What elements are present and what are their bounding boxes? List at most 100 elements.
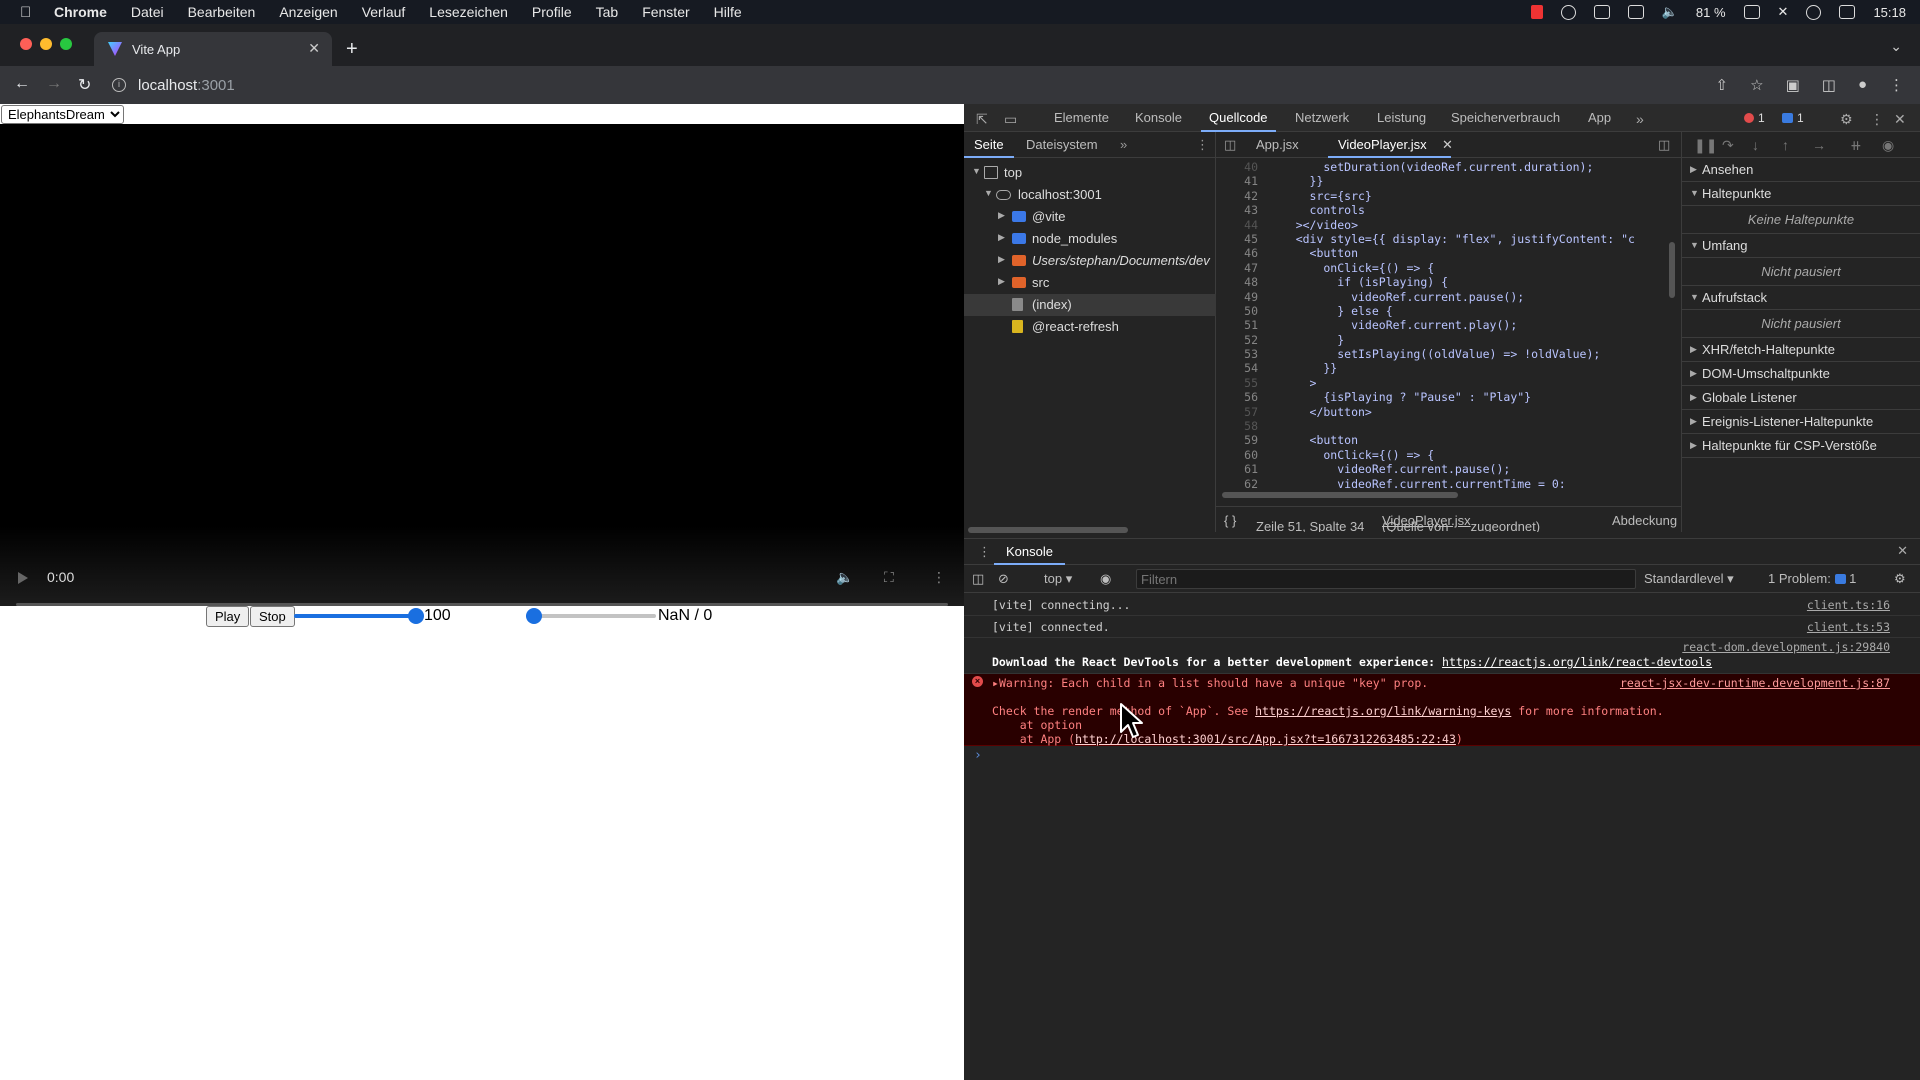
tree-item[interactable]: @react-refresh bbox=[964, 316, 1216, 338]
line-number[interactable]: 57 bbox=[1216, 405, 1258, 419]
problems-button[interactable]: 1 Problem: 1 bbox=[1768, 571, 1856, 586]
share-icon[interactable]: ⇧ bbox=[1716, 76, 1729, 94]
code-line[interactable]: 62 videoRef.current.currentTime = 0; bbox=[1216, 477, 1682, 488]
code-line[interactable]: 44 ></video> bbox=[1216, 218, 1682, 232]
pane-haltepunkte[interactable]: ▼ Haltepunkte bbox=[1682, 182, 1920, 206]
line-number[interactable]: 40 bbox=[1216, 160, 1258, 174]
control-center-icon[interactable] bbox=[1839, 5, 1856, 19]
menu-bearbeiten[interactable]: Bearbeiten bbox=[188, 4, 256, 20]
clear-console-icon[interactable]: ⊘ bbox=[998, 571, 1009, 587]
back-arrow-icon[interactable]: ← bbox=[14, 75, 30, 93]
minimize-window-button[interactable] bbox=[40, 38, 52, 50]
device-toolbar-icon[interactable]: ▭ bbox=[1004, 111, 1017, 128]
tree-item[interactable]: ▶ src bbox=[964, 272, 1216, 294]
tab-speicherverbrauch[interactable]: Speicherverbrauch bbox=[1451, 110, 1560, 125]
code-line[interactable]: 43 controls bbox=[1216, 203, 1682, 217]
inspect-element-icon[interactable]: ⇱ bbox=[976, 111, 988, 128]
video-volume-icon[interactable]: 🔈 bbox=[836, 569, 853, 586]
video-play-icon[interactable] bbox=[18, 572, 28, 584]
line-number[interactable]: 62 bbox=[1216, 477, 1258, 488]
line-number[interactable]: 54 bbox=[1216, 361, 1258, 375]
console-source-link[interactable]: react-jsx-dev-runtime.development.js:87 bbox=[1620, 676, 1890, 690]
log-level-select[interactable]: Standardlevel ▾ bbox=[1644, 571, 1734, 587]
app-status-icon[interactable] bbox=[1560, 4, 1576, 20]
deactivate-breakpoints-icon[interactable]: ⧺ bbox=[1850, 137, 1862, 154]
tab-elemente[interactable]: Elemente bbox=[1054, 110, 1109, 125]
chrome-menu-icon[interactable]: ⋮ bbox=[1889, 76, 1904, 94]
console-source-link[interactable]: react-dom.development.js:29840 bbox=[1682, 640, 1890, 654]
tree-item[interactable]: ▼ top bbox=[964, 162, 1216, 184]
code-line[interactable]: 52 } bbox=[1216, 333, 1682, 347]
warning-keys-link[interactable]: https://reactjs.org/link/warning-keys bbox=[1255, 704, 1511, 718]
code-line[interactable]: 55 > bbox=[1216, 376, 1682, 390]
line-number[interactable]: 60 bbox=[1216, 448, 1258, 462]
pause-on-exceptions-icon[interactable]: ◉ bbox=[1882, 137, 1894, 154]
subtab-seite[interactable]: Seite bbox=[964, 137, 1014, 158]
step-over-icon[interactable]: ↷ bbox=[1722, 137, 1734, 154]
pane-xhr-breakpoints[interactable]: ▶ XHR/fetch-Haltepunkte bbox=[1682, 338, 1920, 362]
line-number[interactable]: 49 bbox=[1216, 290, 1258, 304]
volume-slider-thumb[interactable] bbox=[408, 608, 424, 624]
line-number[interactable]: 46 bbox=[1216, 246, 1258, 260]
line-number[interactable]: 42 bbox=[1216, 189, 1258, 203]
volume-icon[interactable]: 🔈 bbox=[1662, 4, 1678, 20]
line-number[interactable]: 44 bbox=[1216, 218, 1258, 232]
tab-search-chevron-icon[interactable]: ⌄ bbox=[1890, 38, 1902, 55]
line-number[interactable]: 58 bbox=[1216, 419, 1258, 433]
console-settings-gear-icon[interactable]: ⚙ bbox=[1894, 571, 1906, 587]
console-source-link[interactable]: client.ts:53 bbox=[1807, 620, 1890, 634]
step-icon[interactable]: → bbox=[1812, 137, 1826, 153]
pane-csp-breakpoints[interactable]: ▶ Haltepunkte für CSP-Verstöße bbox=[1682, 434, 1920, 458]
close-editor-tab-icon[interactable]: ✕ bbox=[1442, 137, 1453, 153]
code-line[interactable]: 41 }} bbox=[1216, 174, 1682, 188]
menu-chrome[interactable]: Chrome bbox=[54, 4, 107, 20]
video-timeline[interactable] bbox=[16, 603, 948, 606]
extensions-puzzle-icon[interactable]: ▣ bbox=[1786, 76, 1800, 94]
editor-tab-app-jsx[interactable]: App.jsx bbox=[1256, 137, 1299, 152]
collapse-arrow-icon[interactable]: ▶ bbox=[998, 210, 1005, 221]
code-line[interactable]: 51 videoRef.current.play(); bbox=[1216, 318, 1682, 332]
editor-tab-videoplayer-jsx[interactable]: VideoPlayer.jsx bbox=[1328, 137, 1451, 158]
line-number[interactable]: 45 bbox=[1216, 232, 1258, 246]
pane-dom-breakpoints[interactable]: ▶ DOM-Umschaltpunkte bbox=[1682, 362, 1920, 386]
code-line[interactable]: 60 onClick={() => { bbox=[1216, 448, 1682, 462]
pane-global-listeners[interactable]: ▶ Globale Listener bbox=[1682, 386, 1920, 410]
collapse-arrow-icon[interactable]: ▶ bbox=[998, 254, 1005, 265]
collapse-arrow-icon[interactable]: ▶ bbox=[998, 232, 1005, 243]
menu-anzeigen[interactable]: Anzeigen bbox=[279, 4, 337, 20]
tab-leistung[interactable]: Leistung bbox=[1377, 110, 1426, 125]
live-expression-eye-icon[interactable]: ◉ bbox=[1100, 571, 1111, 587]
expand-arrow-icon[interactable]: ▼ bbox=[984, 188, 993, 198]
tree-item[interactable]: ▶ @vite bbox=[964, 206, 1216, 228]
code-lines[interactable]: 40 setDuration(videoRef.current.duration… bbox=[1216, 160, 1682, 488]
issue-count-badge[interactable]: 1 bbox=[1782, 111, 1804, 125]
line-number[interactable]: 55 bbox=[1216, 376, 1258, 390]
browser-tab[interactable]: Vite App ✕ bbox=[94, 32, 332, 66]
subtab-dateisystem[interactable]: Dateisystem bbox=[1026, 137, 1098, 152]
console-prompt[interactable]: › bbox=[964, 746, 1920, 768]
menu-verlauf[interactable]: Verlauf bbox=[362, 4, 406, 20]
pretty-print-icon[interactable]: { } bbox=[1224, 513, 1236, 528]
line-number[interactable]: 51 bbox=[1216, 318, 1258, 332]
error-count-badge[interactable]: 1 bbox=[1744, 111, 1765, 125]
video-fullscreen-icon[interactable]: ⛶ bbox=[884, 569, 894, 586]
pause-icon[interactable]: ❚❚ bbox=[1694, 137, 1717, 154]
menu-lesezeichen[interactable]: Lesezeichen bbox=[429, 4, 508, 20]
warning-message[interactable]: ▸Warning: Each child in a list should ha… bbox=[992, 676, 1428, 690]
more-tabs-chevron-icon[interactable]: » bbox=[1636, 111, 1644, 127]
line-number[interactable]: 61 bbox=[1216, 462, 1258, 476]
line-number[interactable]: 56 bbox=[1216, 390, 1258, 404]
menu-hilfe[interactable]: Hilfe bbox=[714, 4, 742, 20]
volume-slider[interactable] bbox=[294, 608, 424, 624]
close-devtools-icon[interactable]: ✕ bbox=[1894, 111, 1906, 128]
video-more-icon[interactable]: ⋮ bbox=[932, 569, 946, 586]
drawer-menu-icon[interactable]: ⋮ bbox=[978, 544, 991, 560]
code-line[interactable]: 48 if (isPlaying) { bbox=[1216, 275, 1682, 289]
line-number[interactable]: 43 bbox=[1216, 203, 1258, 217]
more-subtabs-icon[interactable]: » bbox=[1120, 137, 1127, 152]
tab-konsole[interactable]: Konsole bbox=[1135, 110, 1182, 125]
play-button[interactable]: Play bbox=[206, 606, 250, 627]
editor-horizontal-scrollbar[interactable] bbox=[1222, 492, 1458, 498]
line-number[interactable]: 53 bbox=[1216, 347, 1258, 361]
menu-tab[interactable]: Tab bbox=[596, 4, 619, 20]
